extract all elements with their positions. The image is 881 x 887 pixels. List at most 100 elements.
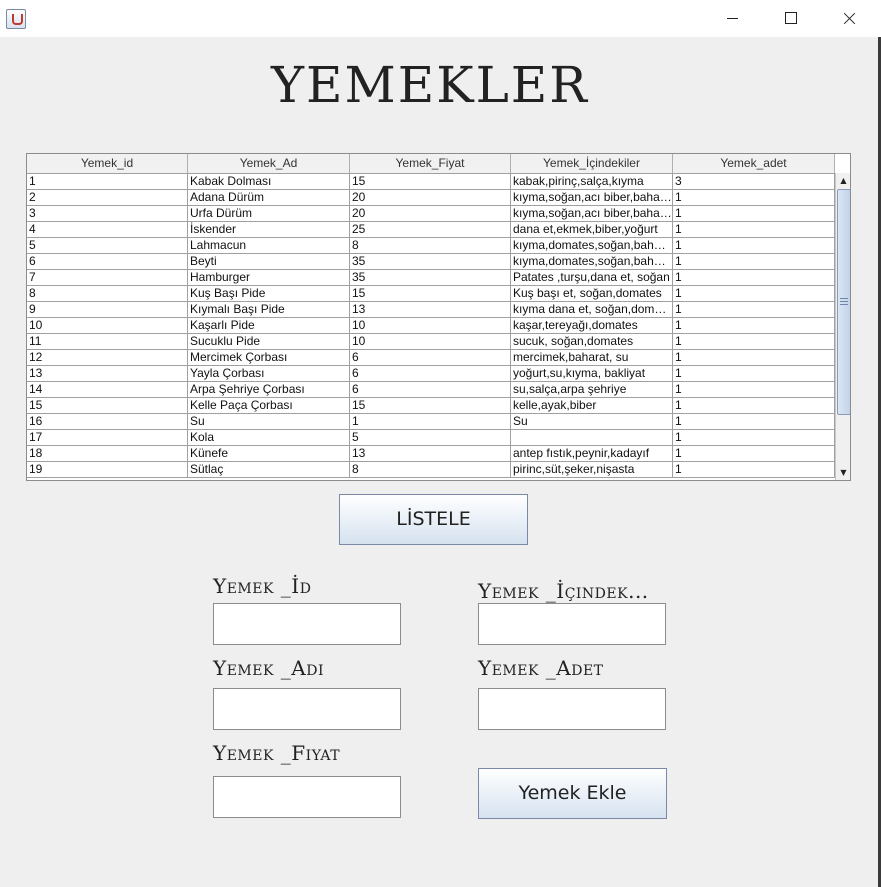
table-row[interactable]: 15 Kelle Paça Çorbası 15 kelle,ayak,biber 1 xyxy=(27,398,835,414)
table-row[interactable]: 10 Kaşarlı Pide 10 kaşar,tereyağı,domates 1 xyxy=(27,318,835,334)
yemek-adi-field[interactable] xyxy=(213,688,401,730)
table-cell[interactable]: 1 xyxy=(673,238,835,253)
table-cell[interactable]: 1 xyxy=(673,350,835,365)
table-cell[interactable]: 8 xyxy=(27,286,188,301)
table-cell[interactable]: Kelle Paça Çorbası xyxy=(188,398,350,413)
table-cell[interactable]: 1 xyxy=(673,190,835,205)
header-yemek-icindekiler[interactable]: Yemek_İçindekiler xyxy=(511,154,673,173)
arrow-up-icon[interactable]: ▲ xyxy=(836,173,850,188)
table-cell[interactable]: 1 xyxy=(27,174,188,189)
table-row[interactable]: 19 Sütlaç 8 pirinc,süt,şeker,nişasta 1 xyxy=(27,462,835,478)
table-cell[interactable]: Su xyxy=(511,414,673,429)
table-row[interactable]: 5 Lahmacun 8 kıyma,domates,soğan,baharat 1 xyxy=(27,238,835,254)
table-row[interactable]: 2 Adana Dürüm 20 kıyma,soğan,acı biber,baha… xyxy=(27,190,835,206)
table-cell[interactable]: Kaşarlı Pide xyxy=(188,318,350,333)
table-cell[interactable]: 8 xyxy=(350,238,511,253)
table-cell[interactable]: 4 xyxy=(27,222,188,237)
table-cell[interactable]: 3 xyxy=(27,206,188,221)
table-row[interactable]: 12 Mercimek Çorbası 6 mercimek,baharat, su 1 xyxy=(27,350,835,366)
table-cell[interactable]: 19 xyxy=(27,462,188,477)
table-row[interactable]: 14 Arpa Şehriye Çorbası 6 su,salça,arpa şeh… xyxy=(27,382,835,398)
table-cell[interactable]: Yayla Çorbası xyxy=(188,366,350,381)
table-cell[interactable]: 1 xyxy=(673,222,835,237)
table-row[interactable]: 4 İskender 25 dana et,ekmek,biber,yoğurt 1 xyxy=(27,222,835,238)
table-cell[interactable]: 11 xyxy=(27,334,188,349)
table-cell[interactable]: 1 xyxy=(673,334,835,349)
table-row[interactable]: 8 Kuş Başı Pide 15 Kuş başı et, soğan,domat… xyxy=(27,286,835,302)
close-button[interactable] xyxy=(819,0,878,37)
table-cell[interactable]: kıyma,soğan,acı biber,baharat xyxy=(511,206,673,221)
table-cell[interactable]: su,salça,arpa şehriye xyxy=(511,382,673,397)
java-cup-icon[interactable] xyxy=(6,9,26,29)
table-cell[interactable]: 6 xyxy=(350,350,511,365)
table-cell[interactable]: Hamburger xyxy=(188,270,350,285)
arrow-down-icon[interactable]: ▼ xyxy=(836,465,850,480)
table-cell[interactable]: 25 xyxy=(350,222,511,237)
table-cell[interactable]: 9 xyxy=(27,302,188,317)
table-cell[interactable]: 1 xyxy=(673,430,835,445)
header-yemek-adet[interactable]: Yemek_adet xyxy=(673,154,835,173)
table-cell[interactable]: 13 xyxy=(27,366,188,381)
table-row[interactable]: 16 Su 1 Su 1 xyxy=(27,414,835,430)
table-cell[interactable]: antep fıstık,peynir,kadayıf xyxy=(511,446,673,461)
maximize-button[interactable] xyxy=(761,0,820,37)
food-table[interactable]: Yemek_id Yemek_Ad Yemek_Fiyat Yemek_İçin… xyxy=(26,153,851,481)
table-cell[interactable]: 1 xyxy=(673,382,835,397)
table-cell[interactable]: kıyma,domates,soğan,baharat xyxy=(511,254,673,269)
table-cell[interactable]: 1 xyxy=(350,414,511,429)
table-row[interactable]: 7 Hamburger 35 Patates ,turşu,dana et, soğa… xyxy=(27,270,835,286)
table-cell[interactable]: Urfa Dürüm xyxy=(188,206,350,221)
header-yemek-id[interactable]: Yemek_id xyxy=(27,154,188,173)
table-cell[interactable]: 6 xyxy=(27,254,188,269)
table-cell[interactable]: 3 xyxy=(673,174,835,189)
table-cell[interactable]: 17 xyxy=(27,430,188,445)
vertical-scrollbar[interactable]: ▲ ▼ xyxy=(835,173,850,480)
table-cell[interactable]: 1 xyxy=(673,270,835,285)
table-cell[interactable]: mercimek,baharat, su xyxy=(511,350,673,365)
table-cell[interactable]: Sucuklu Pide xyxy=(188,334,350,349)
table-cell[interactable] xyxy=(511,430,673,445)
table-cell[interactable]: Künefe xyxy=(188,446,350,461)
table-row[interactable]: 1 Kabak Dolması 15 kabak,pirinç,salça,kıyma… xyxy=(27,174,835,190)
table-cell[interactable]: 1 xyxy=(673,254,835,269)
table-cell[interactable]: 1 xyxy=(673,286,835,301)
table-cell[interactable]: 8 xyxy=(350,462,511,477)
table-cell[interactable]: kaşar,tereyağı,domates xyxy=(511,318,673,333)
table-cell[interactable]: Su xyxy=(188,414,350,429)
list-button[interactable]: LİSTELE xyxy=(339,494,528,545)
table-cell[interactable]: 1 xyxy=(673,302,835,317)
table-cell[interactable]: 1 xyxy=(673,318,835,333)
table-cell[interactable]: 1 xyxy=(673,446,835,461)
header-yemek-ad[interactable]: Yemek_Ad xyxy=(188,154,350,173)
table-cell[interactable]: Arpa Şehriye Çorbası xyxy=(188,382,350,397)
table-row[interactable]: 18 Künefe 13 antep fıstık,peynir,kadayıf 1 xyxy=(27,446,835,462)
table-cell[interactable]: kıyma,domates,soğan,baharat xyxy=(511,238,673,253)
table-cell[interactable]: sucuk, soğan,domates xyxy=(511,334,673,349)
table-cell[interactable]: 7 xyxy=(27,270,188,285)
table-cell[interactable]: 6 xyxy=(350,382,511,397)
table-cell[interactable]: 20 xyxy=(350,190,511,205)
table-cell[interactable]: 13 xyxy=(350,446,511,461)
table-cell[interactable]: yoğurt,su,kıyma, bakliyat xyxy=(511,366,673,381)
table-cell[interactable]: 18 xyxy=(27,446,188,461)
table-cell[interactable]: Adana Dürüm xyxy=(188,190,350,205)
table-cell[interactable]: 20 xyxy=(350,206,511,221)
table-cell[interactable]: 16 xyxy=(27,414,188,429)
table-cell[interactable]: Kabak Dolması xyxy=(188,174,350,189)
table-cell[interactable]: Kıymalı Başı Pide xyxy=(188,302,350,317)
table-row[interactable]: 13 Yayla Çorbası 6 yoğurt,su,kıyma, bakliya… xyxy=(27,366,835,382)
table-cell[interactable]: Kuş başı et, soğan,domates xyxy=(511,286,673,301)
yemek-fiyat-field[interactable] xyxy=(213,776,401,818)
table-row[interactable]: 9 Kıymalı Başı Pide 13 kıyma dana et, soğan… xyxy=(27,302,835,318)
table-cell[interactable]: kıyma dana et, soğan,domates xyxy=(511,302,673,317)
table-cell[interactable]: 1 xyxy=(673,366,835,381)
yemek-icindekiler-field[interactable] xyxy=(478,603,666,645)
table-cell[interactable]: 35 xyxy=(350,270,511,285)
table-row[interactable]: 11 Sucuklu Pide 10 sucuk, soğan,domates 1 xyxy=(27,334,835,350)
table-cell[interactable]: 13 xyxy=(350,302,511,317)
table-cell[interactable]: 12 xyxy=(27,350,188,365)
table-row[interactable]: 6 Beyti 35 kıyma,domates,soğan,baharat 1 xyxy=(27,254,835,270)
table-cell[interactable]: Kuş Başı Pide xyxy=(188,286,350,301)
table-cell[interactable]: 1 xyxy=(673,462,835,477)
table-cell[interactable]: 1 xyxy=(673,398,835,413)
